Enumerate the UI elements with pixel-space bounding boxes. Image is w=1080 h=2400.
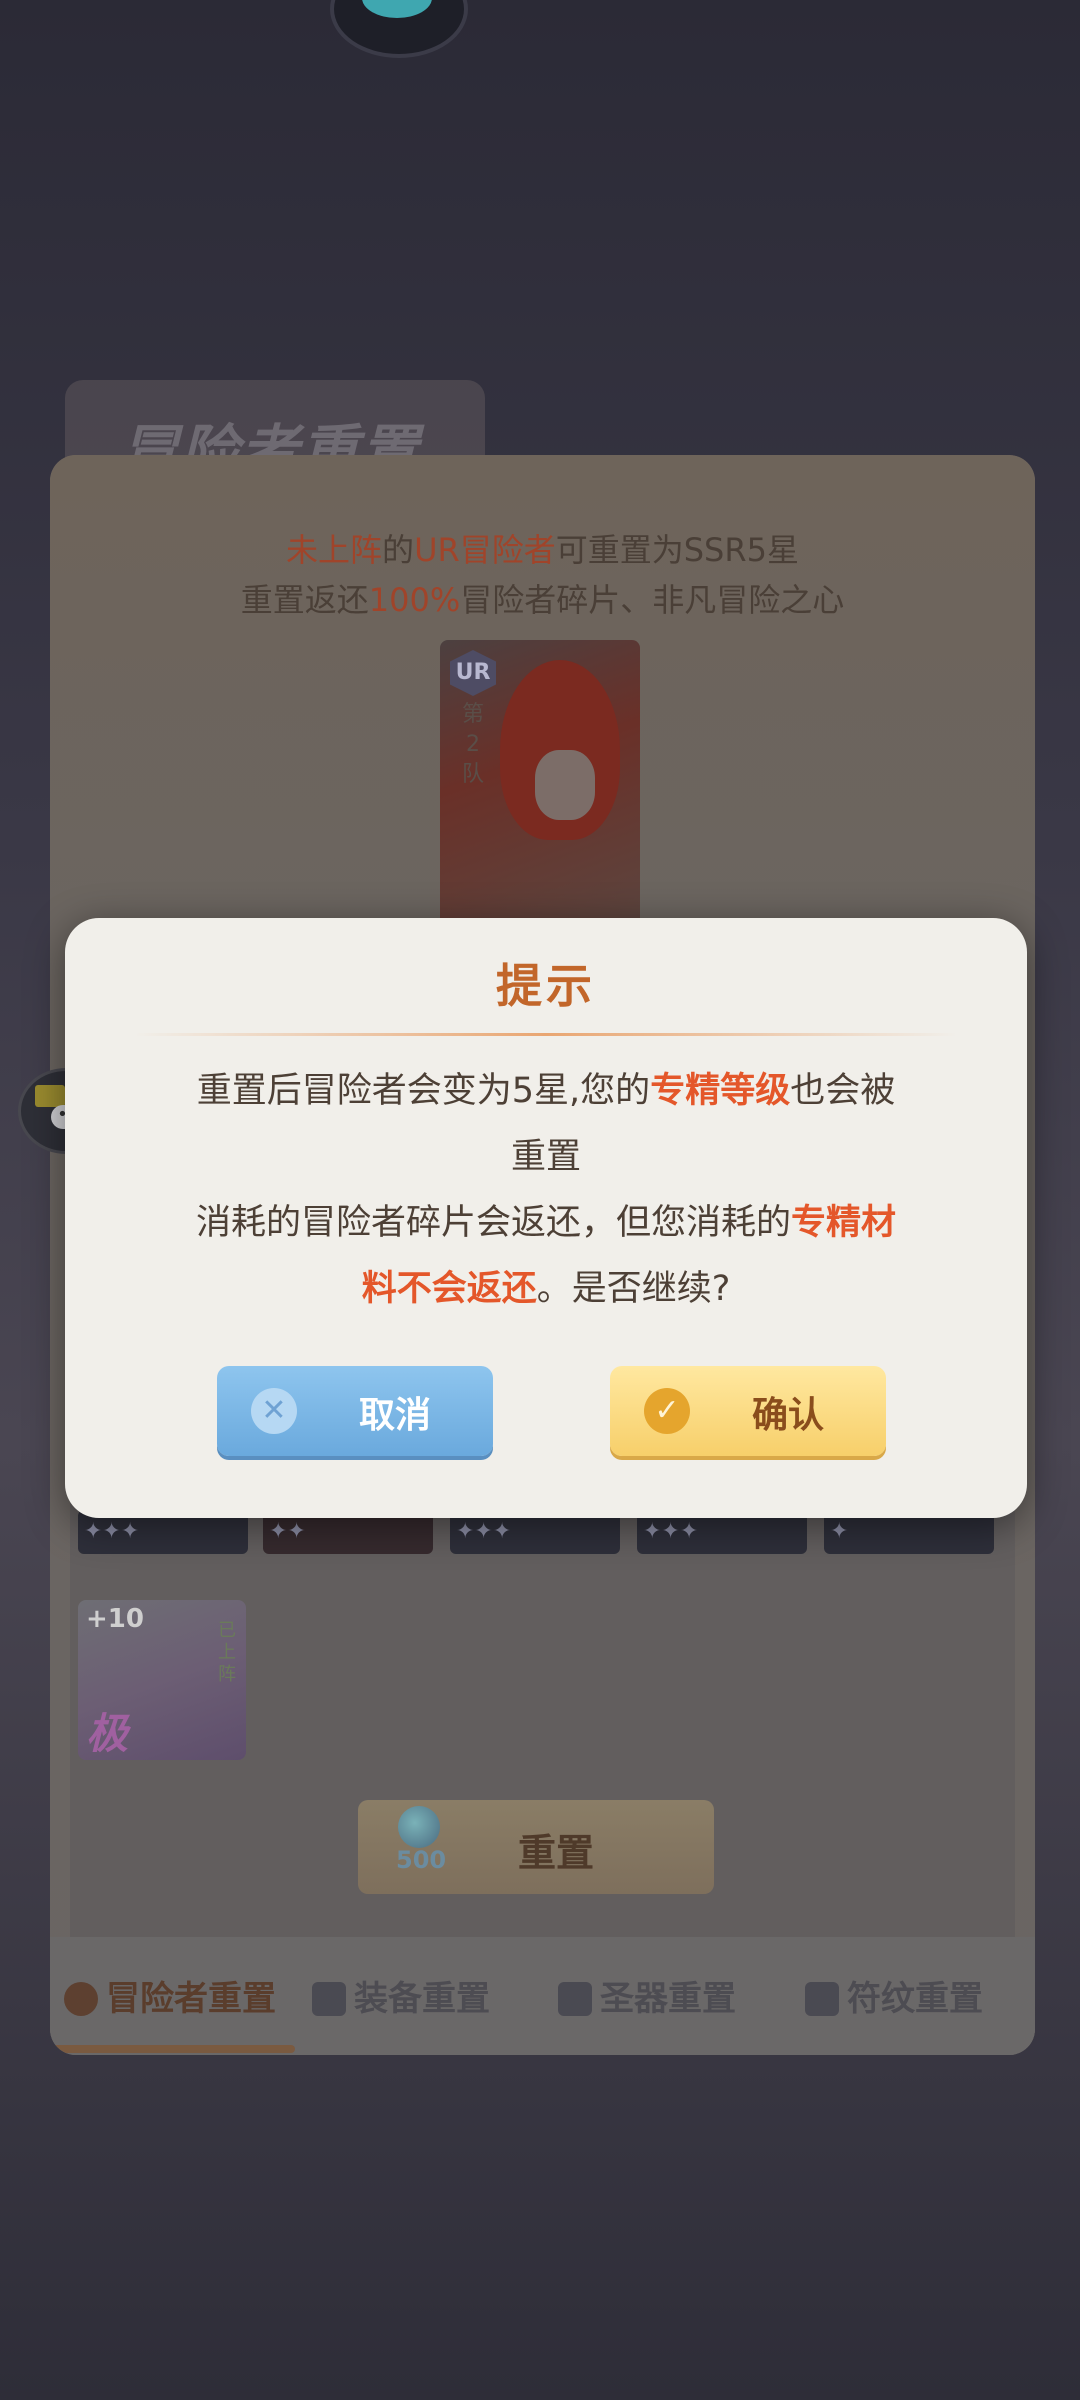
- panel-description-line2: 重置返还100%冒险者碎片、非凡冒险之心: [240, 581, 845, 619]
- reset-button-label: 重置: [517, 1831, 594, 1875]
- dialog-title: 提示: [496, 959, 596, 1013]
- message-line-4: 料不会返还。是否继续?: [361, 1269, 731, 1309]
- mascot-avatar[interactable]: [330, 0, 468, 58]
- bookmark-icon: [805, 1982, 839, 2016]
- confirm-button-label: 确认: [751, 1395, 824, 1436]
- title-divider: [135, 1033, 957, 1036]
- dialog-message: 重置后冒险者会变为5星,您的专精等级也会被 重置 消耗的冒险者碎片会返还，但您消…: [135, 1058, 957, 1322]
- panel-description-line1: 未上阵的UR冒险者可重置为SSR5星: [286, 531, 799, 569]
- check-icon: ✓: [644, 1388, 690, 1434]
- active-tab-indicator: [50, 2045, 295, 2053]
- cancel-button-label: 取消: [358, 1395, 431, 1436]
- message-line-1: 重置后冒险者会变为5星,您的专精等级也会被: [196, 1071, 896, 1111]
- sword-icon: [312, 1982, 346, 2016]
- mascot-icon: [362, 0, 432, 18]
- hero-card[interactable]: +10 已上阵 极: [78, 1600, 246, 1760]
- reset-button[interactable]: 500 重置: [358, 1800, 714, 1894]
- selected-hero-card[interactable]: UR 第2队: [440, 640, 640, 950]
- tab-hero-reset[interactable]: 冒险者重置: [64, 1971, 276, 2020]
- deployed-tag: 已上阵: [218, 1620, 236, 1685]
- message-line-2: 重置: [510, 1137, 581, 1177]
- confirm-dialog: 提示 重置后冒险者会变为5星,您的专精等级也会被 重置 消耗的冒险者碎片会返还，…: [65, 918, 1027, 1518]
- hero-icon: [64, 1982, 98, 2016]
- tab-artifact-reset[interactable]: 圣器重置: [558, 1971, 736, 2020]
- tab-rune-reset[interactable]: 符纹重置: [805, 1971, 983, 2020]
- reset-tabs: 冒险者重置 装备重置 圣器重置 符纹重置: [50, 1937, 1035, 2055]
- hero-face: [535, 750, 595, 820]
- message-line-3: 消耗的冒险者碎片会返还，但您消耗的专精材: [195, 1203, 897, 1243]
- bookmark-icon: [558, 1982, 592, 2016]
- enhance-level: +10: [86, 1604, 144, 1634]
- close-icon: ✕: [251, 1388, 297, 1434]
- grade-badge: 极: [86, 1709, 129, 1758]
- team-label: 第2队: [461, 702, 484, 787]
- rarity-badge: UR: [450, 650, 496, 696]
- cancel-button[interactable]: ✕ 取消: [217, 1366, 493, 1456]
- confirm-button[interactable]: ✓ 确认: [610, 1366, 886, 1456]
- tab-equipment-reset[interactable]: 装备重置: [312, 1971, 490, 2020]
